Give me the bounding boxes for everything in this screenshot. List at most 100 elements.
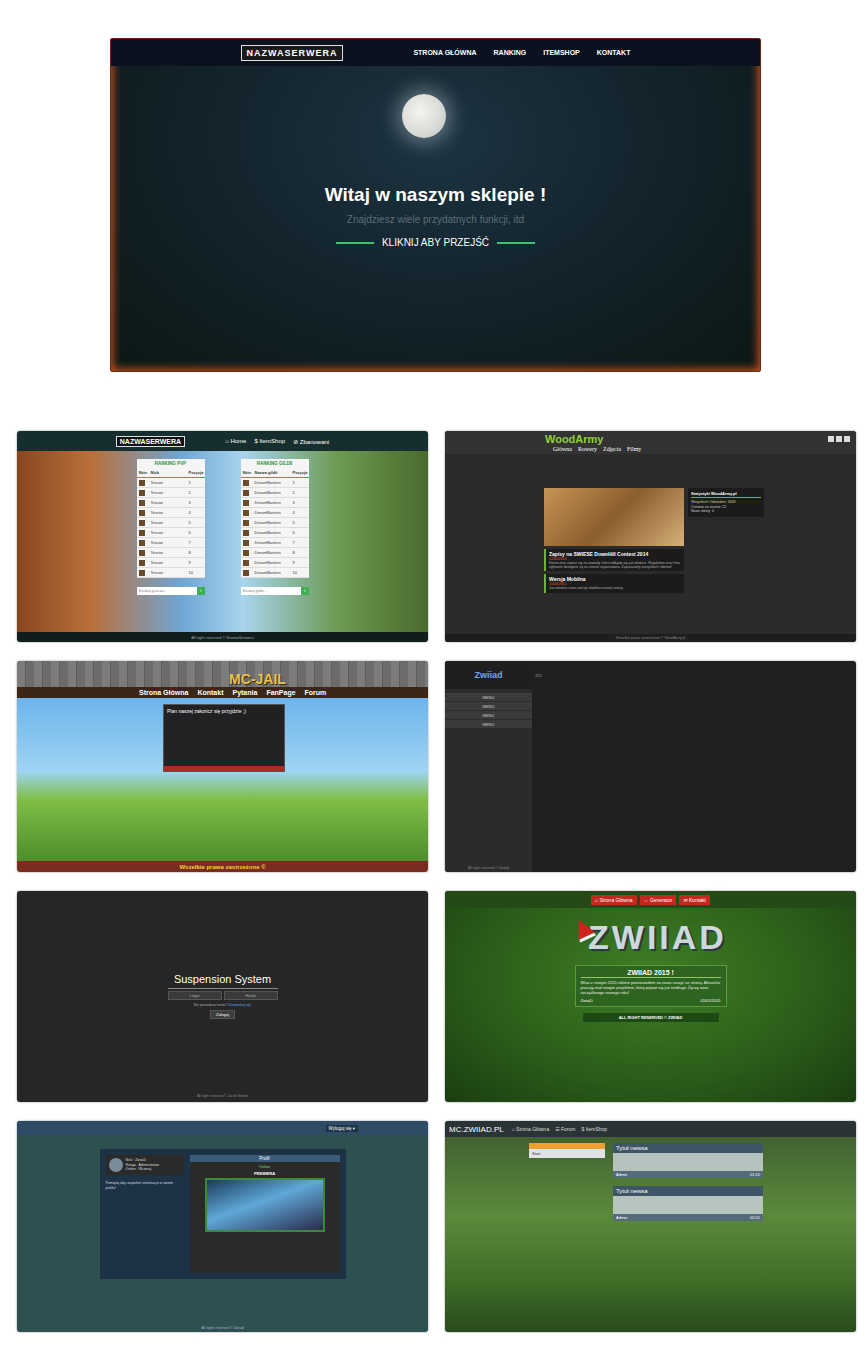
nav-link[interactable]: ⌂ Home — [225, 438, 246, 445]
search-input[interactable]: Szukaj gracza... — [137, 587, 197, 595]
nav-link[interactable]: KONTAKT — [597, 49, 631, 56]
search-button[interactable]: › — [301, 587, 309, 595]
nav-link[interactable]: $ ItemShop — [254, 438, 285, 445]
skin-icon — [243, 520, 249, 526]
position-cell: 3 — [293, 500, 307, 505]
column-header: Skin — [139, 470, 151, 475]
user-line: Online : Wczoraj — [126, 1167, 160, 1172]
ranking-table: RANKING PVPSkinNickPozycjaTescior1Tescio… — [137, 459, 205, 578]
post-date: 12/04/2014 — [549, 557, 681, 561]
portfolio-page: NAZWASERWERA STRONA GŁÓWNA RANKING ITEMSHOP… — [0, 0, 868, 1364]
website-shot: ⌂ Strona Główna⇔ Generator✉ Kontakt ZWIIA… — [445, 891, 856, 1102]
position-cell: 10 — [189, 570, 203, 575]
table-row: Tescior9 — [137, 558, 205, 568]
nav-icon: ☰ — [555, 1126, 559, 1132]
news-title[interactable]: Tytuł newsa — [613, 1186, 763, 1196]
menu-item[interactable]: MENU — [445, 720, 532, 728]
video-frame[interactable] — [205, 1178, 325, 1232]
logo[interactable]: NAZWASERWERA — [116, 436, 185, 447]
nav-link[interactable]: Kontakt — [197, 689, 223, 696]
nav-link[interactable]: Rowery — [578, 446, 597, 452]
navbar: MC.ZWIIAD.PL ⌂ Strona Główna ☰ Forum $ Item… — [445, 1121, 856, 1137]
menu-item[interactable]: MENU — [445, 702, 532, 710]
position-cell: 6 — [189, 530, 203, 535]
position-cell: 5 — [293, 520, 307, 525]
logo[interactable]: WoodArmy — [545, 433, 603, 445]
table-row: DreamMasters8 — [241, 548, 309, 558]
nav-button[interactable]: ⇔ Generator — [640, 895, 677, 905]
position-cell: 8 — [189, 550, 203, 555]
position-cell: 7 — [293, 540, 307, 545]
nav-link[interactable]: ⌂ Strona Główna — [512, 1126, 550, 1132]
nav-menu: Strona Główna Kontakt Pytania FanPage Forum — [17, 687, 428, 698]
post-title[interactable]: Zapisy na SWIESE DownHill Contest 2014 — [549, 551, 681, 557]
table-row: DreamMasters2 — [241, 488, 309, 498]
shots-grid: NAZWASERWERA ⌂ Home $ ItemShop ⊘ Zbanowani R… — [17, 431, 868, 1332]
nav-link[interactable]: Filmy — [627, 446, 641, 452]
slider-image[interactable] — [544, 488, 684, 546]
skin-icon — [243, 490, 249, 496]
skin-icon — [139, 530, 145, 536]
nav-link[interactable]: Zdjęcia — [603, 446, 621, 452]
table-row: Tescior8 — [137, 548, 205, 558]
news-card: Tytuł newsaAdmin01.01 — [613, 1143, 763, 1178]
account-menu[interactable]: Wyloguj się ▾ — [326, 1125, 358, 1132]
name-cell: DreamMasters — [255, 520, 293, 525]
logo[interactable]: ZWIIAD — [588, 918, 727, 957]
stat-line: Nowe teksty: 4 — [691, 509, 761, 514]
menu-item[interactable]: MENU — [445, 711, 532, 719]
nav-link[interactable]: FanPage — [266, 689, 295, 696]
post-title[interactable]: Wersja Mobilna — [549, 576, 681, 582]
facebook-icon[interactable] — [828, 436, 834, 442]
nav-link[interactable]: $ ItemShop — [582, 1126, 608, 1132]
table-header: SkinNazwa gildiiPozycja — [241, 468, 309, 478]
register-link[interactable]: Zarejestruj się! — [228, 1003, 251, 1007]
table-row: DreamMasters3 — [241, 498, 309, 508]
name-cell: Tescior — [151, 530, 189, 535]
nav-link[interactable]: RANKING — [494, 49, 527, 56]
logo[interactable]: NAZWASERWERA — [241, 45, 344, 61]
menu-item[interactable]: MENU — [445, 693, 532, 701]
login-button[interactable]: Zaloguj — [210, 1010, 235, 1019]
table-row: DreamMasters1 — [241, 478, 309, 488]
rss-icon[interactable] — [844, 436, 850, 442]
ranking-area: RANKING PVPSkinNickPozycjaTescior1Tescio… — [17, 451, 428, 632]
nav-link[interactable]: Forum — [305, 689, 327, 696]
table-row: Tescior4 — [137, 508, 205, 518]
search-input[interactable]: Szukaj gildii... — [241, 587, 301, 595]
nav-link[interactable]: Główna — [553, 446, 572, 452]
cta-button[interactable]: KLIKNIJ ABY PRZEJŚĆ — [382, 237, 489, 248]
sidebar-item[interactable]: Start — [529, 1149, 605, 1158]
name-cell: Tescior — [151, 560, 189, 565]
avatar-icon — [109, 1158, 123, 1172]
text-field[interactable]: Hasło — [224, 991, 278, 1000]
post-meta: ZwiiaD01/01/2015 — [581, 998, 721, 1003]
nav-link[interactable]: ☰ Forum — [555, 1126, 575, 1132]
nav-link[interactable]: ⊘ Zbanowani — [293, 438, 329, 445]
logo[interactable]: Zwiiad — [445, 661, 532, 689]
nav-menu: ⌂ Home $ ItemShop ⊘ Zbanowani — [225, 438, 329, 445]
nav-link[interactable]: Pytania — [232, 689, 257, 696]
profile-tab[interactable]: Profil — [190, 1155, 340, 1162]
sidebar: Start — [529, 1143, 605, 1158]
nav-link[interactable]: STRONA GŁÓWNA — [413, 49, 476, 56]
search-button[interactable]: › — [197, 587, 205, 595]
skin-icon — [139, 480, 145, 486]
column-header: Skin — [243, 470, 255, 475]
post-title: ZWIIAD 2015 ! — [581, 969, 721, 978]
user-column: Nick : ZwiiaDRanga : AdministratorOnline… — [106, 1155, 184, 1273]
youtube-icon[interactable] — [836, 436, 842, 442]
news-title[interactable]: Tytuł newsa — [613, 1143, 763, 1153]
footer: Wszelkie prawa zastrzeżone © — [17, 861, 428, 872]
banner: PREMIERA — [254, 1171, 275, 1176]
nav-button[interactable]: ✉ Kontakt — [679, 895, 710, 905]
logo[interactable]: MC.ZWIIAD.PL — [449, 1125, 504, 1134]
footer: All rights reserved © Zwiiad — [201, 1326, 244, 1332]
nav-link[interactable]: Strona Główna — [139, 689, 188, 696]
nav-link[interactable]: ITEMSHOP — [543, 49, 580, 56]
table-row: DreamMasters10 — [241, 568, 309, 578]
skin-icon — [243, 550, 249, 556]
logo[interactable]: MC-JAIL — [159, 671, 286, 687]
text-field[interactable]: Login — [168, 991, 222, 1000]
nav-button[interactable]: ⌂ Strona Główna — [591, 895, 637, 905]
